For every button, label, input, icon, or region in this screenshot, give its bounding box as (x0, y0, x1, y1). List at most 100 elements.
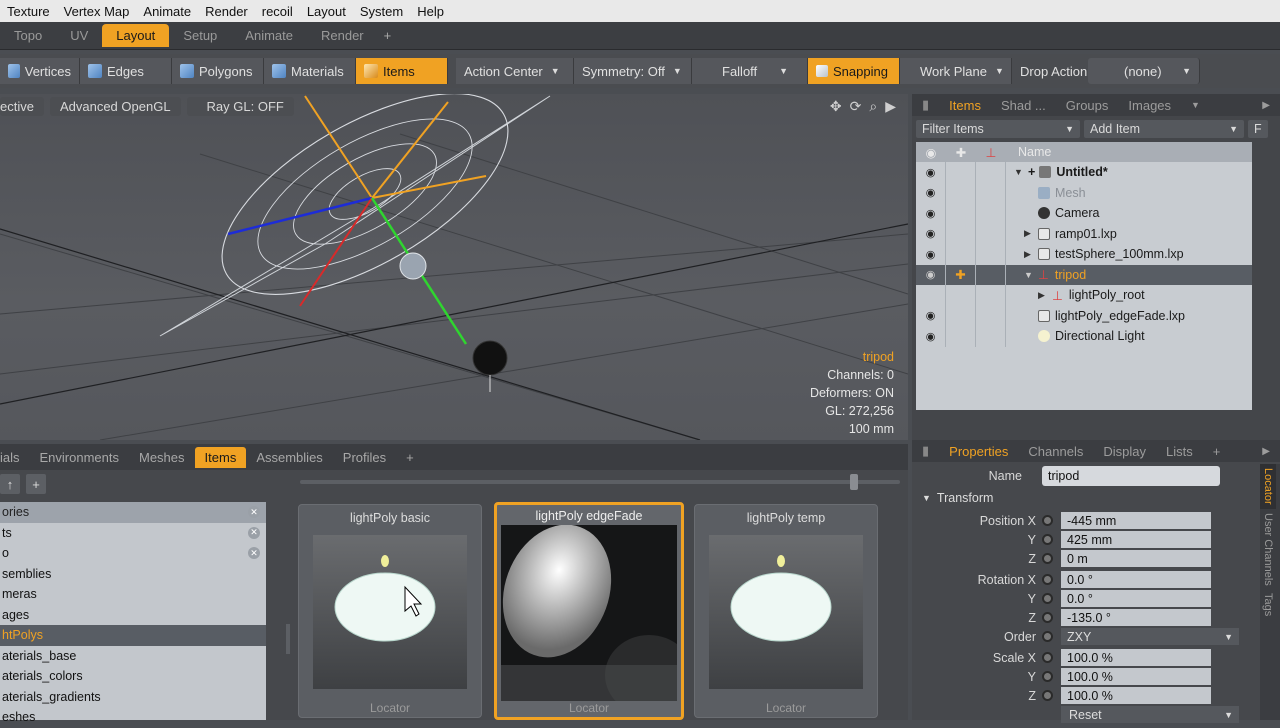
name-field[interactable]: tripod (1042, 466, 1220, 486)
keyframe-dot-icon[interactable] (1042, 553, 1053, 564)
scale-x-field[interactable]: 100.0 % (1061, 649, 1211, 666)
tab-assemblies[interactable]: Assemblies (246, 447, 332, 468)
tab-items[interactable]: Items (939, 96, 991, 115)
drop-action-dropdown[interactable]: (none) ▼ (1088, 58, 1200, 84)
tab-groups[interactable]: Groups (1056, 96, 1119, 115)
menu-layout[interactable]: Layout (300, 4, 353, 19)
keyframe-dot-icon[interactable] (1042, 652, 1053, 663)
zoom-view-icon[interactable]: ⌕ (869, 98, 877, 115)
category-header[interactable]: ories ✕ (0, 502, 266, 523)
falloff-dropdown[interactable]: Falloff ▼ (692, 58, 808, 84)
item-row-scene[interactable]: ◉ ▼ + Untitled* (916, 162, 1252, 183)
item-row-mesh[interactable]: ◉ Mesh (916, 182, 1252, 203)
action-center-dropdown[interactable]: Action Center ▼ (456, 58, 574, 84)
symmetry-dropdown[interactable]: Symmetry: Off ▼ (574, 58, 692, 84)
tab-shaders[interactable]: Shad ... (991, 96, 1056, 115)
materials-button[interactable]: Materials (264, 58, 356, 84)
tab-setup[interactable]: Setup (169, 24, 231, 47)
menu-vertex-map[interactable]: Vertex Map (57, 4, 137, 19)
preset-lightpoly-basic[interactable]: lightPoly basic Locator (298, 504, 482, 718)
tab-materials[interactable]: ials (0, 447, 30, 468)
close-icon[interactable]: ✕ (248, 506, 260, 519)
ray-gl-toggle[interactable]: Ray GL: OFF (186, 96, 294, 116)
add-folder-icon[interactable]: + (26, 474, 46, 494)
chevron-down-icon[interactable]: ▼ (1014, 167, 1028, 177)
keyframe-dot-icon[interactable] (1042, 574, 1053, 585)
keyframe-dot-icon[interactable] (1042, 593, 1053, 604)
category-item[interactable]: meras (0, 584, 266, 605)
eye-icon[interactable]: ◉ (926, 248, 936, 261)
item-row-tripod[interactable]: ◉ ✚ ▼ ⊥ tripod (916, 264, 1252, 285)
menu-animate[interactable]: Animate (136, 4, 198, 19)
category-item-selected[interactable]: htPolys (0, 625, 266, 646)
category-item[interactable]: aterials_gradients (0, 687, 266, 708)
item-row-lightpoly-root[interactable]: ▶ ⊥ lightPoly_root (916, 285, 1252, 306)
locator-lock-icon[interactable]: ✚ (955, 267, 965, 282)
eye-icon[interactable]: ◉ (926, 227, 936, 240)
position-y-field[interactable]: 425 mm (1061, 531, 1211, 548)
add-item-dropdown[interactable]: Add Item ▼ (1084, 120, 1244, 138)
menu-help[interactable]: Help (410, 4, 451, 19)
keyframe-dot-icon[interactable] (1042, 612, 1053, 623)
tab-properties[interactable]: Properties (939, 442, 1018, 461)
rotation-y-field[interactable]: 0.0 ° (1061, 590, 1211, 607)
item-row-camera[interactable]: ◉ Camera (916, 203, 1252, 224)
chevron-right-icon[interactable]: ▶ (1038, 290, 1052, 301)
category-item[interactable]: semblies (0, 564, 266, 585)
reset-dropdown[interactable]: Reset ▼ (1061, 706, 1239, 723)
preset-lightpoly-edgefade[interactable]: lightPoly edgeFade Locator (494, 502, 693, 720)
3d-viewport[interactable]: ective Advanced OpenGL Ray GL: OFF ✥ ⟳ ⌕… (0, 94, 908, 440)
eye-icon[interactable]: ◉ (926, 268, 936, 281)
item-row-testsphere[interactable]: ◉ ▶ testSphere_100mm.lxp (916, 244, 1252, 265)
tab-lists[interactable]: Lists (1156, 442, 1203, 461)
keyframe-dot-icon[interactable] (1042, 671, 1053, 682)
tab-uv[interactable]: UV (56, 24, 102, 47)
eye-icon[interactable]: ◉ (926, 309, 936, 322)
position-x-field[interactable]: -445 mm (1061, 512, 1211, 529)
polygons-button[interactable]: Polygons (172, 58, 264, 84)
render-mode-dropdown[interactable]: Advanced OpenGL (49, 96, 181, 116)
rotate-view-icon[interactable]: ⟳ (850, 98, 862, 115)
axis-column-icon[interactable]: ⊥ (976, 145, 1006, 160)
tab-meshes[interactable]: Meshes (129, 447, 195, 468)
eye-icon[interactable]: ◉ (926, 330, 936, 343)
slider-handle[interactable] (850, 474, 858, 490)
expand-arrow-icon[interactable]: ▶ (1252, 98, 1280, 113)
side-tab-tags[interactable]: Tags (1260, 589, 1276, 620)
item-row-ramp[interactable]: ◉ ▶ ramp01.lxp (916, 223, 1252, 244)
tab-layout[interactable]: Layout (102, 24, 170, 47)
chevron-right-icon[interactable]: ▶ (1024, 228, 1038, 239)
menu-recoil[interactable]: recoil (255, 4, 300, 19)
f-button[interactable]: F (1248, 120, 1268, 138)
name-column-header[interactable]: Name (1006, 145, 1051, 159)
rotation-z-field[interactable]: -135.0 ° (1061, 609, 1211, 626)
side-tab-locator[interactable]: Locator (1260, 464, 1276, 509)
scale-z-field[interactable]: 100.0 % (1061, 687, 1211, 704)
tab-animate[interactable]: Animate (231, 24, 307, 47)
splitter-handle[interactable] (286, 624, 290, 654)
category-item[interactable]: ages (0, 605, 266, 626)
chevron-down-icon[interactable]: ▼ (1024, 270, 1038, 280)
filter-items-dropdown[interactable]: Filter Items ▼ (916, 120, 1080, 138)
vertices-button[interactable]: Vertices (0, 58, 80, 84)
category-item[interactable]: aterials_base (0, 646, 266, 667)
item-row-lightpoly-edgefade[interactable]: ◉ lightPoly_edgeFade.lxp (916, 305, 1252, 326)
up-folder-icon[interactable]: ↑ (0, 474, 20, 494)
category-item[interactable]: o ✕ (0, 543, 266, 564)
snapping-button[interactable]: Snapping (808, 58, 900, 84)
tab-environments[interactable]: Environments (30, 447, 129, 468)
chevron-down-icon[interactable]: ▼ (1181, 98, 1210, 112)
panel-grip-icon[interactable]: ▮ (912, 441, 939, 461)
item-row-directional-light[interactable]: ◉ Directional Light (916, 326, 1252, 347)
category-item[interactable]: aterials_colors (0, 666, 266, 687)
items-button[interactable]: Items (356, 58, 448, 84)
expand-arrow-icon[interactable]: ▶ (1252, 444, 1280, 459)
add-tab-icon[interactable]: + (378, 28, 398, 43)
eye-icon[interactable]: ◉ (926, 207, 936, 220)
keyframe-dot-icon[interactable] (1042, 515, 1053, 526)
tab-topo[interactable]: Topo (0, 24, 56, 47)
tab-items[interactable]: Items (194, 446, 247, 468)
transform-section[interactable]: ▼ Transform (912, 488, 1258, 507)
work-plane-dropdown[interactable]: Work Plane ▼ (900, 58, 1012, 84)
panel-grip-icon[interactable]: ▮ (912, 95, 939, 115)
